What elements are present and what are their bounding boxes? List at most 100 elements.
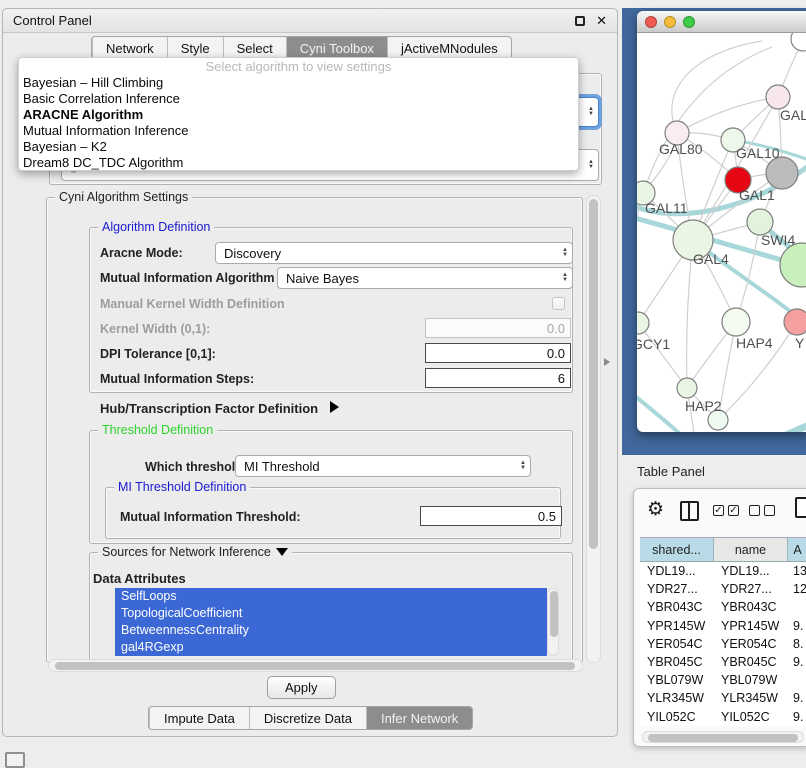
algorithm-option-list: Bayesian – Hill ClimbingBasic Correlatio… [19,75,578,170]
network-node[interactable] [722,308,750,336]
node-label: GAL10 [736,145,780,161]
minimize-traffic-light[interactable] [664,16,676,28]
dpi-tolerance-label: DPI Tolerance [0,1]: [100,347,216,361]
table-header: shared... name A [640,537,806,562]
table-row[interactable]: YER054C YER054C 8. [640,635,806,653]
stepper-arrows-icon: ▲▼ [582,160,594,170]
settings-horizontal-scrollbar[interactable] [48,659,583,672]
algorithm-option[interactable]: Bayesian – K2 [19,139,578,155]
algorithm-dropdown-popup: Select algorithm to view settings Bayesi… [18,57,579,171]
table-horizontal-scrollbar[interactable] [642,731,804,743]
network-node[interactable] [784,309,806,335]
column-header[interactable]: A [788,538,806,561]
minimized-panel-icon[interactable] [5,752,25,768]
bottom-tabs: Impute Data Discretize Data Infer Networ… [148,706,473,730]
close-traffic-light[interactable] [645,16,657,28]
table-row[interactable]: YBR045C YBR045C 9. [640,653,806,671]
table-row[interactable]: YIL052C YIL052C 9. [640,708,806,726]
node-label: GAL [780,107,806,123]
control-panel-window: Control Panel ✕ Network [2,8,618,737]
tab[interactable]: jActiveMNodules [387,37,511,59]
network-node[interactable] [791,33,806,51]
attributes-scrollbar[interactable] [547,588,559,656]
mi-steps-label: Mutual Information Steps: [100,372,254,386]
algorithm-definition-title: Algorithm Definition [98,220,214,234]
mi-type-combo[interactable]: Naive Bayes ▲▼ [277,267,573,289]
network-edge [638,323,687,388]
network-canvas[interactable]: GALGAL80GAL10GAL1GAL11SWI4GAL4GCY1HAP4YH… [637,33,806,432]
kernel-width-label: Kernel Width (0,1): [100,322,210,336]
algorithm-option[interactable]: ARACNE Algorithm [19,107,578,123]
panel-title: Control Panel [13,13,92,28]
network-edge [677,97,778,133]
tab[interactable]: Network [92,37,167,59]
node-label: HAP4 [736,335,773,351]
dpi-tolerance-field[interactable]: 0.0 [425,343,571,363]
network-node[interactable] [677,378,697,398]
node-label: GCY1 [637,336,670,352]
network-node[interactable] [766,85,790,109]
bottom-tab[interactable]: Impute Data [149,707,249,729]
attribute-item[interactable]: TopologicalCoefficient [115,605,547,622]
table-row[interactable]: YBR043C YBR043C [640,598,806,616]
stepper-arrows-icon: ▲▼ [556,273,568,283]
threshold-definition-title: Threshold Definition [98,423,217,437]
select-all-icon[interactable]: ✓ ✓ [713,505,739,516]
network-edge [672,41,762,133]
attribute-item[interactable]: gal4RGexp [115,639,547,656]
network-node[interactable] [766,157,798,189]
control-panel-titlebar: Control Panel ✕ [3,9,617,33]
algorithm-option[interactable]: Dream8 DC_TDC Algorithm [19,155,578,171]
deselect-all-icon[interactable] [749,505,775,516]
table-panel-title: Table Panel [637,464,705,479]
attribute-item[interactable]: SelfLoops [115,588,547,605]
manual-kernel-checkbox[interactable] [552,297,565,310]
network-window-titlebar [637,11,806,33]
aracne-mode-label: Aracne Mode: [100,246,183,260]
algorithm-option[interactable]: Bayesian – Hill Climbing [19,75,578,91]
mi-threshold-field[interactable]: 0.5 [420,506,562,526]
mi-steps-field[interactable]: 6 [425,368,571,388]
mi-threshold-label: Mutual Information Threshold: [120,510,301,524]
table-row[interactable]: YPR145W YPR145W 9. [640,617,806,635]
attribute-item[interactable]: BetweennessCentrality [115,622,547,639]
split-columns-icon[interactable] [680,501,699,521]
sources-group-title[interactable]: Sources for Network Inference [98,545,292,559]
network-edge [736,222,760,322]
bottom-tab[interactable]: Infer Network [366,707,472,729]
collapse-triangle-icon[interactable] [276,548,288,556]
apply-button[interactable]: Apply [267,676,336,699]
gear-icon[interactable]: ⚙ [647,498,664,521]
column-header[interactable]: name [714,538,788,561]
network-node[interactable] [780,243,806,287]
algorithm-option[interactable]: Basic Correlation Inference [19,91,578,107]
node-label: GAL11 [645,200,688,216]
table-toolbar: ⚙ ✓ ✓ [634,489,806,535]
which-threshold-combo[interactable]: MI Threshold ▲▼ [235,455,531,477]
close-icon[interactable]: ✕ [596,16,607,26]
table-row[interactable]: YDL19... YDL19... 13 [640,562,806,580]
split-divider-arrow-icon[interactable] [604,358,610,366]
node-label: GAL1 [739,187,775,203]
hub-definition-label[interactable]: Hub/Transcription Factor Definition [100,401,339,416]
aracne-mode-combo[interactable]: Discovery ▲▼ [215,242,573,264]
mi-threshold-group-title: MI Threshold Definition [114,480,250,494]
bottom-tab[interactable]: Discretize Data [249,707,366,729]
zoom-traffic-light[interactable] [683,16,695,28]
tab[interactable]: Select [223,37,286,59]
document-icon[interactable] [795,497,806,518]
table-row[interactable]: YLR345W YLR345W 9. [640,689,806,707]
float-window-icon[interactable] [575,16,585,26]
stepper-arrows-icon: ▲▼ [582,107,594,117]
settings-vertical-scrollbar[interactable] [586,195,601,663]
network-node[interactable] [637,312,649,334]
table-row[interactable]: YBL079W YBL079W [640,671,806,689]
algorithm-option[interactable]: Mutual Information Inference [19,123,578,139]
kernel-width-field[interactable]: 0.0 [425,318,571,338]
tab[interactable]: Style [167,37,223,59]
data-attributes-label: Data Attributes [93,571,186,586]
column-header[interactable]: shared... [640,538,714,561]
tab[interactable]: Cyni Toolbox [286,37,387,59]
table-row[interactable]: YDR27... YDR27... 12 [640,580,806,598]
expand-triangle-icon[interactable] [330,401,339,413]
